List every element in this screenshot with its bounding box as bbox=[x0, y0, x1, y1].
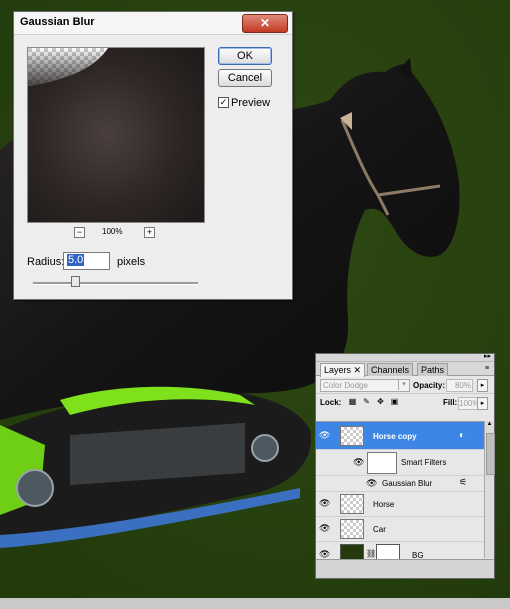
car-headlight-left bbox=[16, 469, 54, 507]
smart-filters-row[interactable]: 👁 Smart Filters bbox=[316, 449, 484, 476]
smart-filters-label: Smart Filters bbox=[401, 458, 447, 467]
tab-layers[interactable]: Layers ✕ bbox=[320, 363, 366, 377]
visibility-eye-icon[interactable]: 👁 bbox=[319, 431, 330, 440]
smart-filter-icon: ◐ bbox=[459, 430, 466, 441]
preview-label[interactable]: Preview bbox=[231, 97, 270, 109]
opacity-input[interactable]: 80% bbox=[446, 379, 473, 392]
layer-horse[interactable]: 👁 Horse bbox=[316, 491, 484, 517]
panel-menu-icon[interactable]: ≡ bbox=[482, 364, 492, 373]
tab-paths-label: Paths bbox=[421, 365, 445, 375]
opacity-label: Opacity: bbox=[413, 381, 446, 390]
filter-mask-thumbnail bbox=[367, 452, 397, 474]
radius-unit: pixels bbox=[117, 256, 146, 268]
lock-all-icon[interactable]: ▣ bbox=[390, 397, 399, 406]
layer-name: BG bbox=[412, 551, 424, 559]
layer-horse-copy[interactable]: 👁 Horse copy ◐ bbox=[316, 422, 484, 450]
layer-list: 👁 Horse copy ◐ 👁 Smart Filters 👁 Gaussia… bbox=[316, 421, 494, 559]
visibility-eye-icon[interactable]: 👁 bbox=[366, 479, 377, 488]
layer-bg[interactable]: 👁 ⛓ BG bbox=[316, 541, 484, 559]
gaussian-blur-dialog: Gaussian Blur ✕ − 100% + Radius: 5.0 pix… bbox=[13, 11, 293, 300]
zoom-value: 100% bbox=[102, 227, 123, 236]
preview-checkbox[interactable]: ✓ bbox=[218, 97, 229, 108]
blend-row: Color Dodge ▾ Opacity: 80% ▸ bbox=[316, 376, 494, 393]
lock-pixels-icon[interactable]: ✎ bbox=[362, 397, 371, 406]
layer-thumbnail bbox=[340, 544, 364, 559]
zoom-out-button[interactable]: − bbox=[74, 227, 85, 238]
panel-header[interactable]: ▸▸ bbox=[316, 352, 494, 362]
fill-input[interactable]: 100% bbox=[458, 397, 479, 410]
car-headlight-right bbox=[251, 434, 279, 462]
layer-name: Horse copy bbox=[373, 432, 417, 441]
layer-name: Horse bbox=[373, 500, 395, 509]
radius-input[interactable]: 5.0 bbox=[63, 252, 110, 270]
layer-thumbnail bbox=[340, 426, 364, 446]
layer-thumbnail bbox=[340, 519, 364, 539]
dialog-title: Gaussian Blur bbox=[20, 16, 95, 28]
filter-gaussian-blur[interactable]: 👁 Gaussian Blur ⚟ bbox=[316, 475, 484, 492]
fill-slider-arrow-icon[interactable]: ▸ bbox=[477, 397, 488, 410]
tab-channels[interactable]: Channels bbox=[367, 363, 414, 376]
panel-tabs: Layers ✕ Channels Paths ≡ bbox=[316, 362, 494, 377]
layer-name: Car bbox=[373, 525, 386, 534]
tab-paths[interactable]: Paths bbox=[417, 363, 449, 376]
radius-label: Radius: bbox=[27, 256, 65, 268]
preview-image bbox=[28, 48, 204, 222]
layer-thumbnail bbox=[340, 494, 364, 514]
layer-car[interactable]: 👁 Car bbox=[316, 516, 484, 542]
tab-close-icon[interactable]: ✕ bbox=[354, 365, 362, 375]
zoom-in-button[interactable]: + bbox=[144, 227, 155, 238]
visibility-eye-icon[interactable]: 👁 bbox=[319, 524, 330, 533]
scroll-thumb[interactable] bbox=[486, 433, 495, 475]
opacity-slider-arrow-icon[interactable]: ▸ bbox=[477, 379, 488, 392]
dialog-titlebar[interactable]: Gaussian Blur ✕ bbox=[14, 12, 292, 35]
lock-position-icon[interactable]: ✥ bbox=[376, 397, 385, 406]
layers-panel-footer bbox=[316, 559, 494, 578]
lock-transparency-icon[interactable]: ▦ bbox=[348, 397, 357, 406]
layers-panel: ▸▸ Layers ✕ Channels Paths ≡ Color Dodge… bbox=[315, 353, 495, 579]
visibility-eye-icon[interactable]: 👁 bbox=[319, 499, 330, 508]
status-bar bbox=[0, 598, 510, 609]
layer-mask-thumbnail bbox=[376, 544, 400, 559]
collapse-icon[interactable]: ▸▸ bbox=[484, 352, 491, 360]
layers-scrollbar[interactable]: ▲ bbox=[484, 421, 495, 558]
cancel-button[interactable]: Cancel bbox=[218, 69, 272, 87]
scroll-up-icon[interactable]: ▲ bbox=[485, 421, 494, 430]
visibility-eye-icon[interactable]: 👁 bbox=[319, 550, 330, 559]
close-button[interactable]: ✕ bbox=[242, 14, 288, 33]
lock-row: Lock: ▦ ✎ ✥ ▣ Fill: 100% ▸ bbox=[316, 393, 494, 411]
fill-label: Fill: bbox=[443, 398, 458, 407]
filter-name: Gaussian Blur bbox=[382, 479, 433, 488]
lock-label: Lock: bbox=[320, 398, 342, 407]
blending-options-icon[interactable]: ⚟ bbox=[459, 477, 467, 488]
radius-slider-track[interactable] bbox=[33, 282, 198, 285]
radius-slider-thumb[interactable] bbox=[71, 276, 80, 287]
chevron-down-icon[interactable]: ▾ bbox=[398, 380, 409, 390]
blend-mode-select[interactable]: Color Dodge bbox=[320, 379, 410, 392]
tab-layers-label: Layers bbox=[324, 365, 352, 375]
zoom-controls: − 100% + bbox=[74, 227, 174, 239]
blur-preview[interactable] bbox=[27, 47, 205, 223]
visibility-eye-icon[interactable]: 👁 bbox=[353, 458, 364, 467]
link-chain-icon: ⛓ bbox=[366, 549, 377, 558]
radius-value: 5.0 bbox=[67, 254, 85, 266]
tab-channels-label: Channels bbox=[371, 365, 410, 375]
ok-button[interactable]: OK bbox=[218, 47, 272, 65]
